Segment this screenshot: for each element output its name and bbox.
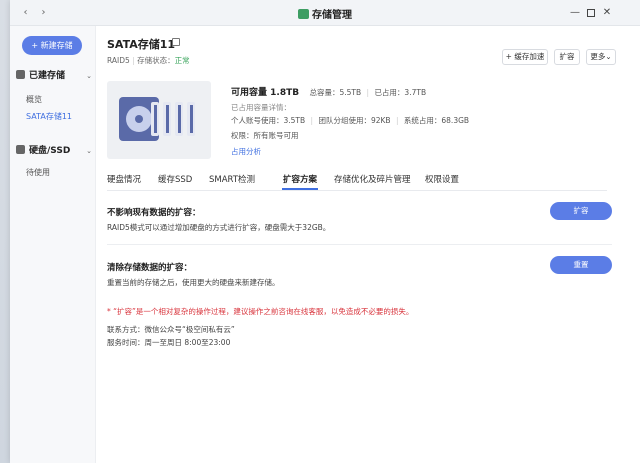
new-storage-button[interactable]: + 新建存储 — [22, 36, 82, 55]
cache-acceleration-button[interactable]: + 缓存加速 — [502, 49, 548, 65]
tab-expansion[interactable]: 扩容方案 — [283, 173, 317, 187]
volume-subtitle: RAID5 | 存储状态：正常 — [107, 56, 190, 65]
chevron-down-icon: ⌄ — [605, 52, 612, 61]
expand-plan-description: RAID5模式可以通过增加硬盘的方式进行扩容，硬盘需大于32GB。 — [107, 223, 331, 232]
contact-info: 联系方式：微信公众号“极空间私有云” — [107, 325, 235, 334]
disk-icon — [16, 145, 25, 154]
storage-app-icon — [298, 9, 309, 19]
more-button[interactable]: 更多⌄ — [586, 49, 616, 65]
reset-plan-description: 重置当前的存储之后，使用更大的硬盘来新建存储。 — [107, 278, 280, 287]
expand-button[interactable]: 扩容 — [550, 202, 612, 220]
tab-permissions[interactable]: 权限设置 — [425, 173, 459, 187]
volume-title: SATA存储11 — [107, 38, 176, 51]
expand-plan-title: 不影响现有数据的扩容： — [107, 208, 201, 218]
reset-plan-title: 清除存储数据的扩容： — [107, 263, 193, 273]
maximize-button[interactable] — [584, 6, 598, 20]
active-tab-indicator — [282, 188, 318, 190]
tab-cache-ssd[interactable]: 缓存SSD — [158, 173, 192, 187]
storage-manager-window: ‹ › 存储管理 — ✕ + 新建存储 已建存储 ⌄ 概览 SATA存储11 硬… — [10, 0, 640, 463]
tab-disk-status[interactable]: 硬盘情况 — [107, 173, 141, 187]
desktop-background — [0, 0, 10, 463]
close-button[interactable]: ✕ — [600, 6, 614, 20]
edit-icon[interactable] — [172, 38, 180, 46]
title-bar: ‹ › 存储管理 — ✕ — [10, 0, 640, 26]
hard-drive-icon — [119, 97, 195, 141]
database-icon — [16, 70, 25, 79]
chevron-down-icon: ⌄ — [86, 147, 92, 155]
minimize-button[interactable]: — — [568, 6, 582, 20]
sidebar-item-unused[interactable]: 待使用 — [26, 167, 50, 179]
status-badge: 正常 — [174, 56, 190, 65]
disk-illustration — [107, 81, 211, 159]
capacity-summary: 可用容量 1.8TB 总容量：5.5TB | 已占用：3.7TB — [231, 88, 427, 98]
chevron-down-icon: ⌄ — [86, 72, 92, 80]
sidebar-item-overview[interactable]: 概览 — [26, 94, 42, 106]
sidebar: + 新建存储 已建存储 ⌄ 概览 SATA存储11 硬盘/SSD ⌄ 待使用 — [10, 26, 96, 463]
sidebar-group-built-storage[interactable]: 已建存储 ⌄ — [16, 68, 94, 84]
maximize-icon — [587, 9, 595, 17]
close-icon: ✕ — [602, 7, 612, 18]
service-hours: 服务时间：周一至周日 8:00至23:00 — [107, 338, 231, 347]
usage-detail-title: 已占用容量详情： — [231, 103, 291, 112]
tab-smart[interactable]: SMART检测 — [209, 173, 255, 187]
permission-text: 权限：所有账号可用 — [231, 131, 299, 140]
section-divider — [107, 244, 612, 245]
sidebar-item-sata-storage[interactable]: SATA存储11 — [26, 111, 72, 123]
usage-detail: 个人账号使用：3.5TB | 团队分组使用：92KB | 系统占用：68.3GB — [231, 116, 470, 125]
reset-button[interactable]: 重置 — [550, 256, 612, 274]
expand-top-button[interactable]: 扩容 — [554, 49, 580, 65]
tab-bar: 硬盘情况 缓存SSD SMART检测 扩容方案 存储优化及碎片管理 权限设置 — [107, 173, 607, 191]
window-title: 存储管理 — [10, 6, 640, 21]
tab-optimization[interactable]: 存储优化及碎片管理 — [334, 173, 411, 187]
warning-text: * “扩容”是一个相对复杂的操作过程，建议操作之前咨询在线客服，以免造成不必要的… — [107, 307, 414, 316]
minimize-icon: — — [570, 7, 580, 18]
main-content: SATA存储11 RAID5 | 存储状态：正常 + 缓存加速 扩容 更多⌄ 可… — [97, 26, 640, 463]
sidebar-group-disks[interactable]: 硬盘/SSD ⌄ — [16, 143, 94, 159]
usage-analysis-link[interactable]: 占用分析 — [231, 146, 261, 157]
